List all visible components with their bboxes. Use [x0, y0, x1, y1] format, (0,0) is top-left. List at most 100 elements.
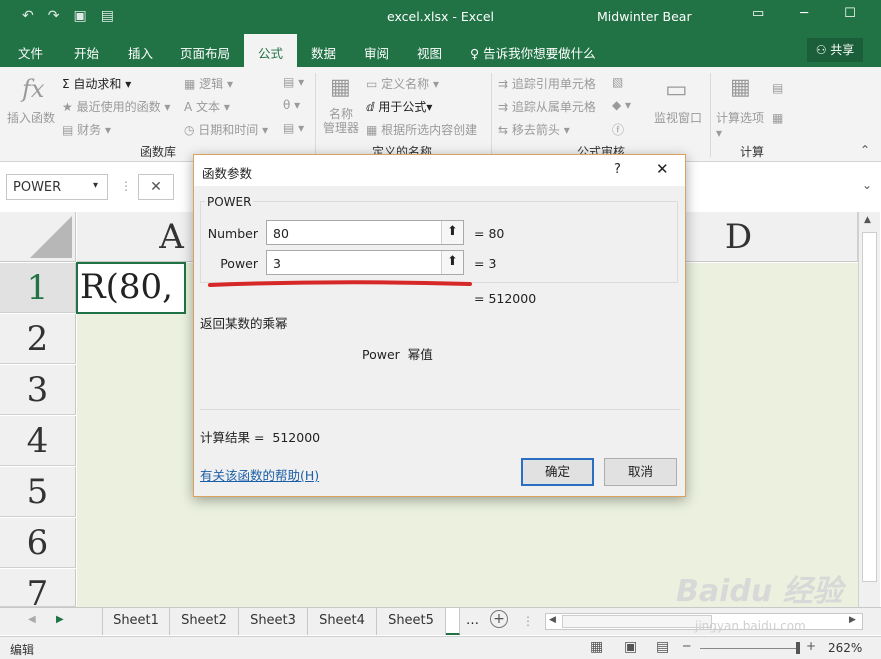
minimize-icon[interactable]: ─ [800, 6, 808, 21]
row-header-4[interactable]: 4 [0, 416, 76, 466]
watch-window-button[interactable]: 监视窗口 [654, 109, 702, 126]
next-sheet-icon[interactable]: ▶ [56, 614, 64, 625]
error-check-icon[interactable]: ◆ ▾ [612, 98, 631, 112]
share-button[interactable]: ⚇ 共享 [807, 38, 863, 62]
row-header-3[interactable]: 3 [0, 365, 76, 415]
sheet-tab-3[interactable]: Sheet3 [239, 608, 308, 635]
help-icon[interactable]: ? [614, 162, 621, 177]
power-label: Power [220, 256, 258, 271]
zoom-slider-thumb[interactable] [796, 642, 800, 654]
define-name-button[interactable]: ▭ 定义名称 ▾ [366, 75, 439, 92]
ribbon-display-icon[interactable]: ▭ [752, 6, 764, 21]
scroll-right-icon[interactable]: ▶ [849, 615, 856, 625]
trace-precedents-button[interactable]: ⇉ 追踪引用单元格 [498, 75, 596, 92]
tab-review[interactable]: 审阅 [364, 43, 389, 62]
tell-me-box[interactable]: ♀ 告诉我你想要做什么 [470, 43, 596, 62]
fx-icon[interactable]: fx [22, 75, 44, 103]
name-manager-button[interactable]: 名称 管理器 [323, 107, 359, 135]
cancel-entry-icon[interactable]: ✕ [138, 174, 174, 200]
hscroll-thumb[interactable] [562, 615, 712, 628]
recent-label: 最近使用的函数 [76, 100, 161, 114]
row-header-1[interactable]: 1 [0, 263, 76, 313]
calculator-icon[interactable]: ▦ [730, 75, 751, 100]
power-result: = 3 [474, 256, 497, 271]
row-header-7[interactable]: 7 [0, 569, 76, 614]
row-header-5[interactable]: 5 [0, 467, 76, 517]
tab-view[interactable]: 视图 [417, 43, 442, 62]
collapse-dialog-icon[interactable]: ⬆ [441, 221, 463, 244]
more-functions-button[interactable]: ▤ ▾ [283, 121, 304, 135]
scroll-up-icon[interactable]: ▲ [864, 215, 871, 225]
power-input[interactable]: 3 [266, 250, 464, 275]
calc-options-button[interactable]: 计算选项 ▾ [716, 109, 764, 140]
calc-sheet-icon[interactable]: ▦ [772, 111, 783, 125]
zoom-out-icon[interactable]: ─ [683, 639, 690, 653]
finance-button[interactable]: ▤ 财务 ▾ [62, 121, 111, 138]
cancel-button[interactable]: 取消 [604, 458, 677, 486]
more-sheets-icon[interactable]: … [466, 613, 479, 628]
use-in-formula-button[interactable]: ⅆ 用于公式▾ [366, 98, 432, 115]
page-break-view-icon[interactable]: ▤ [656, 639, 669, 655]
create-from-selection-button[interactable]: ▦ 根据所选内容创建 [366, 121, 477, 138]
tab-home[interactable]: 开始 [74, 43, 99, 62]
calc-now-icon[interactable]: ▤ [772, 81, 783, 95]
collapse-ribbon-icon[interactable]: ⌃ [860, 143, 870, 157]
sigma-icon: Σ [62, 77, 74, 91]
chevron-down-icon[interactable]: ▾ [93, 180, 98, 191]
scroll-thumb[interactable] [862, 232, 877, 582]
tab-insert[interactable]: 插入 [128, 43, 153, 62]
recent-functions-button[interactable]: ★ 最近使用的函数 ▾ [62, 98, 170, 115]
sheet-tab-4[interactable]: Sheet4 [308, 608, 377, 635]
select-all-corner[interactable] [0, 212, 76, 262]
vertical-scrollbar[interactable]: ▲ [858, 212, 880, 607]
tab-formulas[interactable]: 公式 [244, 34, 298, 67]
cell-a1[interactable]: R(80, 3 [76, 262, 186, 314]
evaluate-formula-icon[interactable]: ⓕ [612, 121, 624, 138]
trace-dependents-button[interactable]: ⇉ 追踪从属单元格 [498, 98, 596, 115]
sheet-tab-2[interactable]: Sheet2 [170, 608, 239, 635]
function-name: POWER [205, 195, 254, 209]
show-formulas-icon[interactable]: ▧ [612, 75, 623, 89]
dialog-title-bar: 函数参数 ? ✕ [194, 155, 685, 186]
add-sheet-icon[interactable]: + [490, 610, 508, 628]
remove-arrows-button[interactable]: ⇆ 移去箭头 ▾ [498, 121, 570, 138]
tab-file[interactable]: 文件 [18, 43, 43, 62]
sheet-tab-1[interactable]: Sheet1 [102, 608, 170, 635]
normal-view-icon[interactable]: ▦ [590, 639, 603, 655]
ok-button[interactable]: 确定 [521, 458, 594, 486]
math-button[interactable]: θ ▾ [283, 98, 300, 112]
maximize-icon[interactable]: ☐ [844, 6, 856, 21]
row-header-6[interactable]: 6 [0, 518, 76, 568]
page-layout-view-icon[interactable]: ▣ [624, 639, 637, 655]
prev-sheet-icon[interactable]: ◀ [28, 614, 36, 625]
tab-page-layout[interactable]: 页面布局 [180, 43, 230, 62]
number-input[interactable]: 80 [266, 220, 464, 245]
name-manager-icon[interactable]: ▦ [330, 75, 351, 100]
zoom-level[interactable]: 262% [828, 641, 862, 655]
watch-window-icon[interactable]: ▭ [665, 75, 688, 103]
autosum-button[interactable]: Σ 自动求和 ▾ [62, 75, 131, 92]
close-icon[interactable]: ✕ [656, 160, 669, 178]
datetime-button[interactable]: ◷ 日期和时间 ▾ [184, 121, 268, 138]
function-help-link[interactable]: 有关该函数的帮助(H) [200, 465, 319, 484]
sheet-tab-5[interactable]: Sheet5 [377, 608, 446, 635]
insert-function-button[interactable]: 插入函数 [7, 109, 55, 126]
tab-split-handle[interactable]: ⋮ [522, 614, 534, 628]
text-label: 文本 [196, 100, 221, 114]
scroll-left-icon[interactable]: ◀ [549, 615, 556, 625]
lookup-button[interactable]: ▤ ▾ [283, 75, 304, 89]
power-value: 3 [273, 256, 281, 271]
row-header-2[interactable]: 2 [0, 314, 76, 364]
expand-formula-bar-icon[interactable]: ⌄ [862, 178, 872, 192]
user-name[interactable]: Midwinter Bear [597, 9, 692, 24]
tab-data[interactable]: 数据 [311, 43, 336, 62]
text-button[interactable]: A 文本 ▾ [184, 98, 230, 115]
collapse-dialog-icon[interactable]: ⬆ [441, 251, 463, 274]
sheet-tab-active[interactable] [446, 608, 460, 635]
share-label: 共享 [830, 43, 855, 57]
zoom-slider[interactable] [700, 648, 800, 649]
number-result: = 80 [474, 226, 505, 241]
name-box[interactable]: POWER ▾ [6, 174, 108, 200]
logic-button[interactable]: ▦ 逻辑 ▾ [184, 75, 233, 92]
zoom-in-icon[interactable]: + [806, 639, 816, 653]
